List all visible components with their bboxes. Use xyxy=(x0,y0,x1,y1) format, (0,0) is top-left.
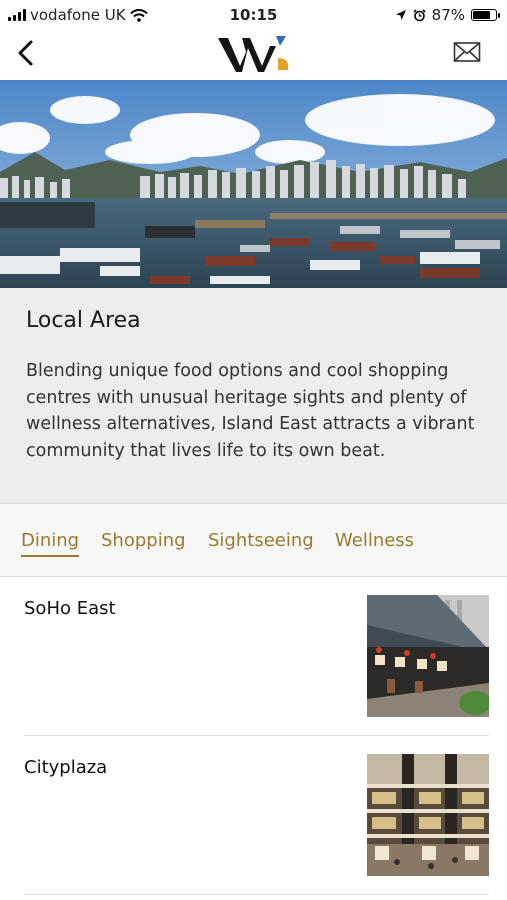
category-tabs: Dining Shopping Sightseeing Wellness xyxy=(0,504,507,577)
place-name: SoHo East xyxy=(24,598,116,619)
top-navigation xyxy=(0,30,507,78)
section-description: Blending unique food options and cool sh… xyxy=(26,361,475,461)
mall-atrium-photo xyxy=(367,754,489,876)
waterfront-restaurants-photo xyxy=(367,595,489,717)
tab-wellness[interactable]: Wellness xyxy=(335,530,414,551)
places-list: SoHo East Cityplaza xyxy=(0,577,507,895)
place-name: Cityplaza xyxy=(24,757,108,778)
status-bar: vodafone UK 10:15 87% xyxy=(0,0,507,30)
battery-icon xyxy=(471,9,500,21)
tab-dining[interactable]: Dining xyxy=(21,530,80,557)
battery-percent: 87% xyxy=(431,6,465,24)
envelope-icon[interactable] xyxy=(453,40,481,64)
list-item[interactable]: Cityplaza xyxy=(24,736,489,895)
alarm-icon xyxy=(413,8,426,21)
list-item[interactable]: SoHo East xyxy=(24,577,489,736)
chevron-left-icon[interactable] xyxy=(12,38,42,68)
tab-shopping[interactable]: Shopping xyxy=(101,530,186,551)
harbour-skyline-photo xyxy=(0,80,507,288)
local-area-intro: Local Area Blending unique food options … xyxy=(0,288,507,504)
brand-logo[interactable] xyxy=(216,32,292,74)
tab-sightseeing[interactable]: Sightseeing xyxy=(208,530,314,551)
location-arrow-icon xyxy=(395,10,406,20)
section-title: Local Area xyxy=(26,308,141,333)
